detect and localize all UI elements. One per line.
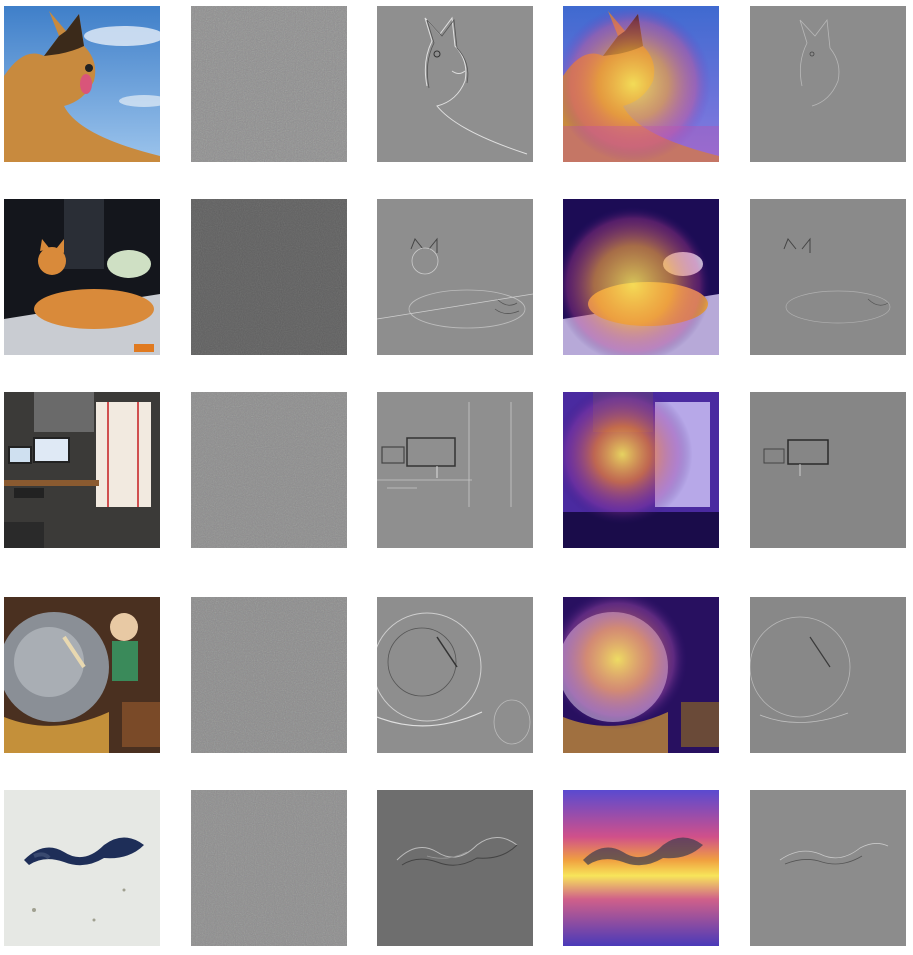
desk-guided-backprop-edges (377, 392, 533, 548)
steel-drum-guided-backprop-edges (377, 597, 533, 753)
steel-drum-gradient-noise-map (191, 597, 347, 753)
desk-gradient-noise-map (191, 392, 347, 548)
steel-drum-gradcam-heatmap-overlay (563, 597, 719, 753)
cat-original-image (4, 199, 160, 355)
dog-gradcam-heatmap-overlay (563, 6, 719, 162)
snake-gradcam-heatmap-overlay (563, 790, 719, 946)
snake-gradient-noise-map (191, 790, 347, 946)
steel-drum-guided-gradcam-edges (750, 597, 906, 753)
cat-gradient-noise-map (191, 199, 347, 355)
snake-guided-gradcam-edges (750, 790, 906, 946)
cat-guided-backprop-edges (377, 199, 533, 355)
desk-original-image (4, 392, 160, 548)
dog-gradient-noise-map (191, 6, 347, 162)
cat-guided-gradcam-edges (750, 199, 906, 355)
steel-drum-original-image (4, 597, 160, 753)
dog-original-image (4, 6, 160, 162)
desk-gradcam-heatmap-overlay (563, 392, 719, 548)
cat-gradcam-heatmap-overlay (563, 199, 719, 355)
dog-guided-backprop-edges (377, 6, 533, 162)
snake-guided-backprop-edges (377, 790, 533, 946)
dog-guided-gradcam-edges (750, 6, 906, 162)
desk-guided-gradcam-edges (750, 392, 906, 548)
snake-original-image (4, 790, 160, 946)
